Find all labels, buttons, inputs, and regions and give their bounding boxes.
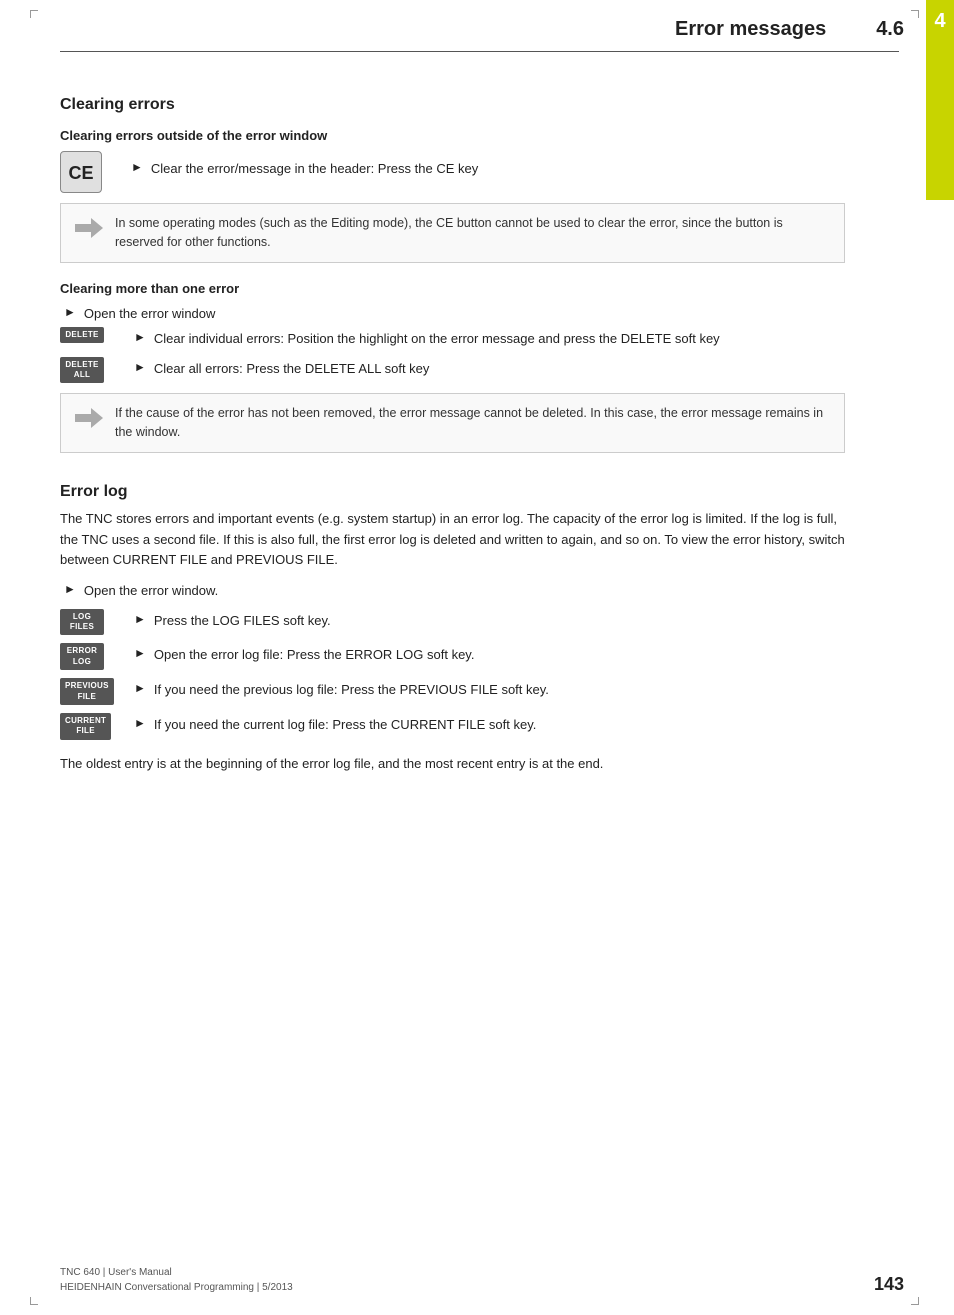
chapter-tab: 4	[926, 0, 954, 200]
current-file-bullet: ►	[134, 716, 146, 730]
clearing-errors-section: Clearing errors Clearing errors outside …	[60, 96, 845, 453]
open-error-text: Open the error window	[84, 304, 216, 324]
clearing-errors-title: Clearing errors	[60, 96, 845, 114]
previous-file-instruction: If you need the previous log file: Press…	[154, 680, 549, 700]
error-log-key-cell: ERROR LOG	[60, 643, 120, 670]
previous-file-key-cell: PREVIOUS FILE	[60, 678, 120, 705]
delete-all-soft-key: DELETE ALL	[60, 357, 104, 384]
open-error-window-row: ► Open the error window	[60, 304, 845, 324]
header-section: 4.6	[876, 18, 904, 41]
open-bullet-arrow: ►	[64, 305, 76, 319]
info-text-1: In some operating modes (such as the Edi…	[115, 214, 830, 252]
main-content: Clearing errors Clearing errors outside …	[0, 52, 900, 815]
open-errorlog-arrow: ►	[64, 582, 76, 596]
log-files-key-cell: LOG FILES	[60, 609, 120, 636]
delete-instruction-text: Clear individual errors: Position the hi…	[154, 329, 720, 349]
ce-instruction-text: Clear the error/message in the header: P…	[151, 159, 478, 179]
previous-file-bullet: ►	[134, 681, 146, 695]
delete-all-instruction-text: Clear all errors: Press the DELETE ALL s…	[154, 359, 430, 379]
error-log-key-row: ERROR LOG ► Open the error log file: Pre…	[60, 643, 845, 670]
footer-left: TNC 640 | User's Manual HEIDENHAIN Conve…	[60, 1265, 293, 1295]
delete-all-key-row: DELETE ALL ► Clear all errors: Press the…	[60, 357, 845, 384]
ce-key-icon: CE	[60, 151, 102, 193]
delete-all-bullet-arrow: ►	[134, 360, 146, 374]
error-log-section: Error log The TNC stores errors and impo…	[60, 483, 845, 775]
footer-line1: TNC 640 | User's Manual	[60, 1265, 293, 1280]
ce-key-cell: CE	[60, 151, 115, 193]
footer-page-number: 143	[874, 1274, 904, 1295]
page-footer: TNC 640 | User's Manual HEIDENHAIN Conve…	[60, 1265, 904, 1295]
page-wrapper: 4 Error messages 4.6 Clearing errors Cle…	[0, 0, 954, 1315]
log-files-soft-key: LOG FILES	[60, 609, 104, 636]
log-files-instruction: Press the LOG FILES soft key.	[154, 611, 331, 631]
corner-mark-bl	[30, 1297, 38, 1305]
page-header: Error messages 4.6	[0, 0, 954, 51]
footer-line2: HEIDENHAIN Conversational Programming | …	[60, 1280, 293, 1295]
clearing-more-section: Clearing more than one error ► Open the …	[60, 281, 845, 453]
log-files-row: LOG FILES ► Press the LOG FILES soft key…	[60, 609, 845, 636]
corner-mark-tl	[30, 10, 38, 18]
ce-key-row: CE ► Clear the error/message in the head…	[60, 151, 845, 193]
current-file-row: CURRENT FILE ► If you need the current l…	[60, 713, 845, 740]
chapter-number: 4	[934, 10, 945, 33]
previous-file-row: PREVIOUS FILE ► If you need the previous…	[60, 678, 845, 705]
corner-mark-br	[911, 1297, 919, 1305]
ce-instruction-area: ► Clear the error/message in the header:…	[131, 159, 478, 179]
corner-mark-tr	[911, 10, 919, 18]
info-box-2: If the cause of the error has not been r…	[60, 393, 845, 453]
delete-all-key-cell: DELETE ALL	[60, 357, 120, 384]
current-file-instruction: If you need the current log file: Press …	[154, 715, 536, 735]
header-title: Error messages	[675, 18, 826, 41]
info-arrow-icon-1	[75, 216, 103, 246]
error-log-footer-note: The oldest entry is at the beginning of …	[60, 754, 845, 775]
clearing-outside-title: Clearing errors outside of the error win…	[60, 128, 845, 143]
error-log-soft-key: ERROR LOG	[60, 643, 104, 670]
info-box-1: In some operating modes (such as the Edi…	[60, 203, 845, 263]
delete-key-cell: DELETE	[60, 327, 120, 343]
info-arrow-icon-2	[75, 406, 103, 436]
open-errorlog-row: ► Open the error window.	[60, 581, 845, 601]
delete-key-row: DELETE ► Clear individual errors: Positi…	[60, 327, 845, 349]
open-errorlog-text: Open the error window.	[84, 581, 218, 601]
log-files-bullet: ►	[134, 612, 146, 626]
error-log-bullet: ►	[134, 646, 146, 660]
current-file-key-cell: CURRENT FILE	[60, 713, 120, 740]
clearing-more-title: Clearing more than one error	[60, 281, 845, 296]
error-log-instruction: Open the error log file: Press the ERROR…	[154, 645, 475, 665]
previous-file-soft-key: PREVIOUS FILE	[60, 678, 114, 705]
current-file-soft-key: CURRENT FILE	[60, 713, 111, 740]
info-text-2: If the cause of the error has not been r…	[115, 404, 830, 442]
error-log-title: Error log	[60, 483, 845, 501]
error-log-body: The TNC stores errors and important even…	[60, 509, 845, 571]
delete-soft-key: DELETE	[60, 327, 104, 343]
ce-bullet-arrow: ►	[131, 160, 143, 174]
delete-bullet-arrow: ►	[134, 330, 146, 344]
